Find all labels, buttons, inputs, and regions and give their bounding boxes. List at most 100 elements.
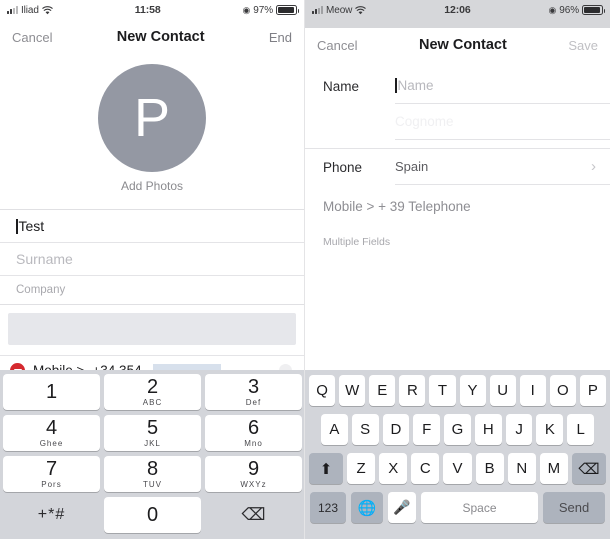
key-h[interactable]: H xyxy=(474,414,502,445)
multiple-fields-row[interactable]: Multiple Fields xyxy=(305,214,610,248)
multiple-fields-label: Multiple Fields xyxy=(323,236,391,248)
key-b[interactable]: B xyxy=(475,453,504,484)
surname-placeholder: Surname xyxy=(16,251,73,267)
numbers-key[interactable]: 123 xyxy=(310,492,346,523)
keypad-digit: 5 xyxy=(146,417,159,439)
battery-percent-label: 97% xyxy=(253,4,273,16)
first-name-field[interactable]: Test xyxy=(0,210,304,243)
key-o[interactable]: O xyxy=(549,375,576,406)
backspace-icon[interactable]: ⌫ xyxy=(571,453,606,484)
keypad-letters: Ghee xyxy=(39,439,64,448)
name-field-row[interactable]: Name Name xyxy=(305,68,610,104)
highlighted-band xyxy=(8,313,296,345)
keypad-letters: Mno xyxy=(244,439,263,448)
key-q[interactable]: Q xyxy=(309,375,336,406)
avatar-initial: P xyxy=(133,88,171,148)
keypad-key-2[interactable]: 2 ABC xyxy=(104,374,201,410)
surname-field-row[interactable]: Cognome xyxy=(305,104,610,140)
cancel-button[interactable]: Cancel xyxy=(317,38,357,53)
keypad-key-symbols[interactable]: +*# xyxy=(3,497,100,533)
keypad-key-9[interactable]: 9 WXYz xyxy=(205,456,302,492)
key-e[interactable]: E xyxy=(369,375,396,406)
send-button[interactable]: Send xyxy=(543,492,605,523)
key-m[interactable]: M xyxy=(539,453,568,484)
text-caret xyxy=(16,218,18,234)
key-l[interactable]: L xyxy=(567,414,595,445)
right-status-left: Meow xyxy=(312,5,367,16)
keypad-key-4[interactable]: 4 Ghee xyxy=(3,415,100,451)
key-d[interactable]: D xyxy=(382,414,410,445)
keypad-digit: 7 xyxy=(45,458,58,480)
key-y[interactable]: Y xyxy=(459,375,486,406)
cancel-button[interactable]: Cancel xyxy=(12,30,52,45)
phone-country-wrap[interactable]: Spain › xyxy=(395,149,610,185)
keyboard-row-1: Q W E R T Y U I O P xyxy=(307,375,608,406)
keypad-letters: TUV xyxy=(143,480,162,489)
new-contact-sheet: Cancel New Contact Save Name Name Cognom… xyxy=(305,28,610,539)
key-w[interactable]: W xyxy=(339,375,366,406)
key-p[interactable]: P xyxy=(579,375,606,406)
key-n[interactable]: N xyxy=(507,453,536,484)
phone-country-row[interactable]: Phone Spain › xyxy=(305,148,610,185)
chevron-right-icon: › xyxy=(591,158,596,175)
left-status-right: ◉ 97% xyxy=(243,4,299,16)
save-button[interactable]: Save xyxy=(568,38,598,53)
microphone-icon[interactable]: 🎤 xyxy=(388,492,416,523)
name-fields-group: Test Surname Company xyxy=(0,209,304,305)
company-field[interactable]: Company xyxy=(0,276,304,304)
surname-input-wrap[interactable]: Cognome xyxy=(395,104,610,140)
page-title: New Contact xyxy=(419,37,507,53)
avatar[interactable]: P xyxy=(98,64,206,172)
keypad-key-1[interactable]: 1 xyxy=(3,374,100,410)
keypad-backspace-button[interactable]: ⌫ xyxy=(205,497,302,533)
add-photos-button[interactable]: Add Photos xyxy=(121,179,183,193)
key-f[interactable]: F xyxy=(413,414,441,445)
right-phone-panel: Meow 12:06 ◉ 96% Cancel New Contact Save xyxy=(305,0,610,539)
qwerty-keyboard: Q W E R T Y U I O P A S D F G H J K L ⬆ … xyxy=(305,370,610,539)
surname-input-placeholder: Cognome xyxy=(395,114,454,129)
key-g[interactable]: G xyxy=(444,414,471,445)
keypad-key-7[interactable]: 7 Pors xyxy=(3,456,100,492)
key-x[interactable]: X xyxy=(379,453,408,484)
key-i[interactable]: I xyxy=(519,375,546,406)
key-c[interactable]: C xyxy=(411,453,440,484)
name-input-wrap[interactable]: Name xyxy=(395,68,610,104)
keypad-key-3[interactable]: 3 Def xyxy=(205,374,302,410)
key-k[interactable]: K xyxy=(536,414,564,445)
keypad-key-6[interactable]: 6 Mno xyxy=(205,415,302,451)
keyboard-row-3: ⬆ Z X C V B N M ⌫ xyxy=(307,453,608,484)
keypad-key-8[interactable]: 8 TUV xyxy=(104,456,201,492)
keypad-digit: 0 xyxy=(146,504,159,526)
key-s[interactable]: S xyxy=(351,414,379,445)
keypad-symbols: +*# xyxy=(37,506,66,523)
shift-arrow-icon[interactable]: ⬆ xyxy=(309,453,343,484)
key-t[interactable]: T xyxy=(429,375,456,406)
clock-label: 11:58 xyxy=(134,4,161,16)
key-r[interactable]: R xyxy=(399,375,426,406)
space-key[interactable]: Space xyxy=(421,492,538,523)
name-field-label: Name xyxy=(323,78,360,94)
key-z[interactable]: Z xyxy=(347,453,376,484)
phone-country-value: Spain xyxy=(395,159,429,174)
keypad-key-0[interactable]: 0 xyxy=(104,497,201,533)
keypad-letters: ABC xyxy=(142,398,163,407)
wifi-icon xyxy=(41,5,53,15)
battery-icon xyxy=(276,5,299,15)
left-phone-panel: Iliad 11:58 ◉ 97% Cancel New Contact End… xyxy=(0,0,305,539)
keypad-key-5[interactable]: 5 JKL xyxy=(104,415,201,451)
globe-icon[interactable]: 🌐 xyxy=(351,492,383,523)
key-v[interactable]: V xyxy=(443,453,472,484)
surname-field[interactable]: Surname xyxy=(0,243,304,276)
end-button[interactable]: End xyxy=(269,30,292,45)
key-u[interactable]: U xyxy=(489,375,516,406)
key-a[interactable]: A xyxy=(320,414,348,445)
phone-field-label: Phone xyxy=(323,159,363,175)
mobile-telephone-row[interactable]: Mobile > + 39 Telephone xyxy=(305,185,610,214)
left-status-bar: Iliad 11:58 ◉ 97% xyxy=(0,0,304,20)
keypad-digit: 9 xyxy=(247,458,260,480)
page-title: New Contact xyxy=(116,29,205,45)
keypad-digit: 8 xyxy=(146,458,159,480)
key-j[interactable]: J xyxy=(505,414,533,445)
right-status-bar: Meow 12:06 ◉ 96% xyxy=(305,0,610,20)
keypad-letters: Pors xyxy=(41,480,62,489)
